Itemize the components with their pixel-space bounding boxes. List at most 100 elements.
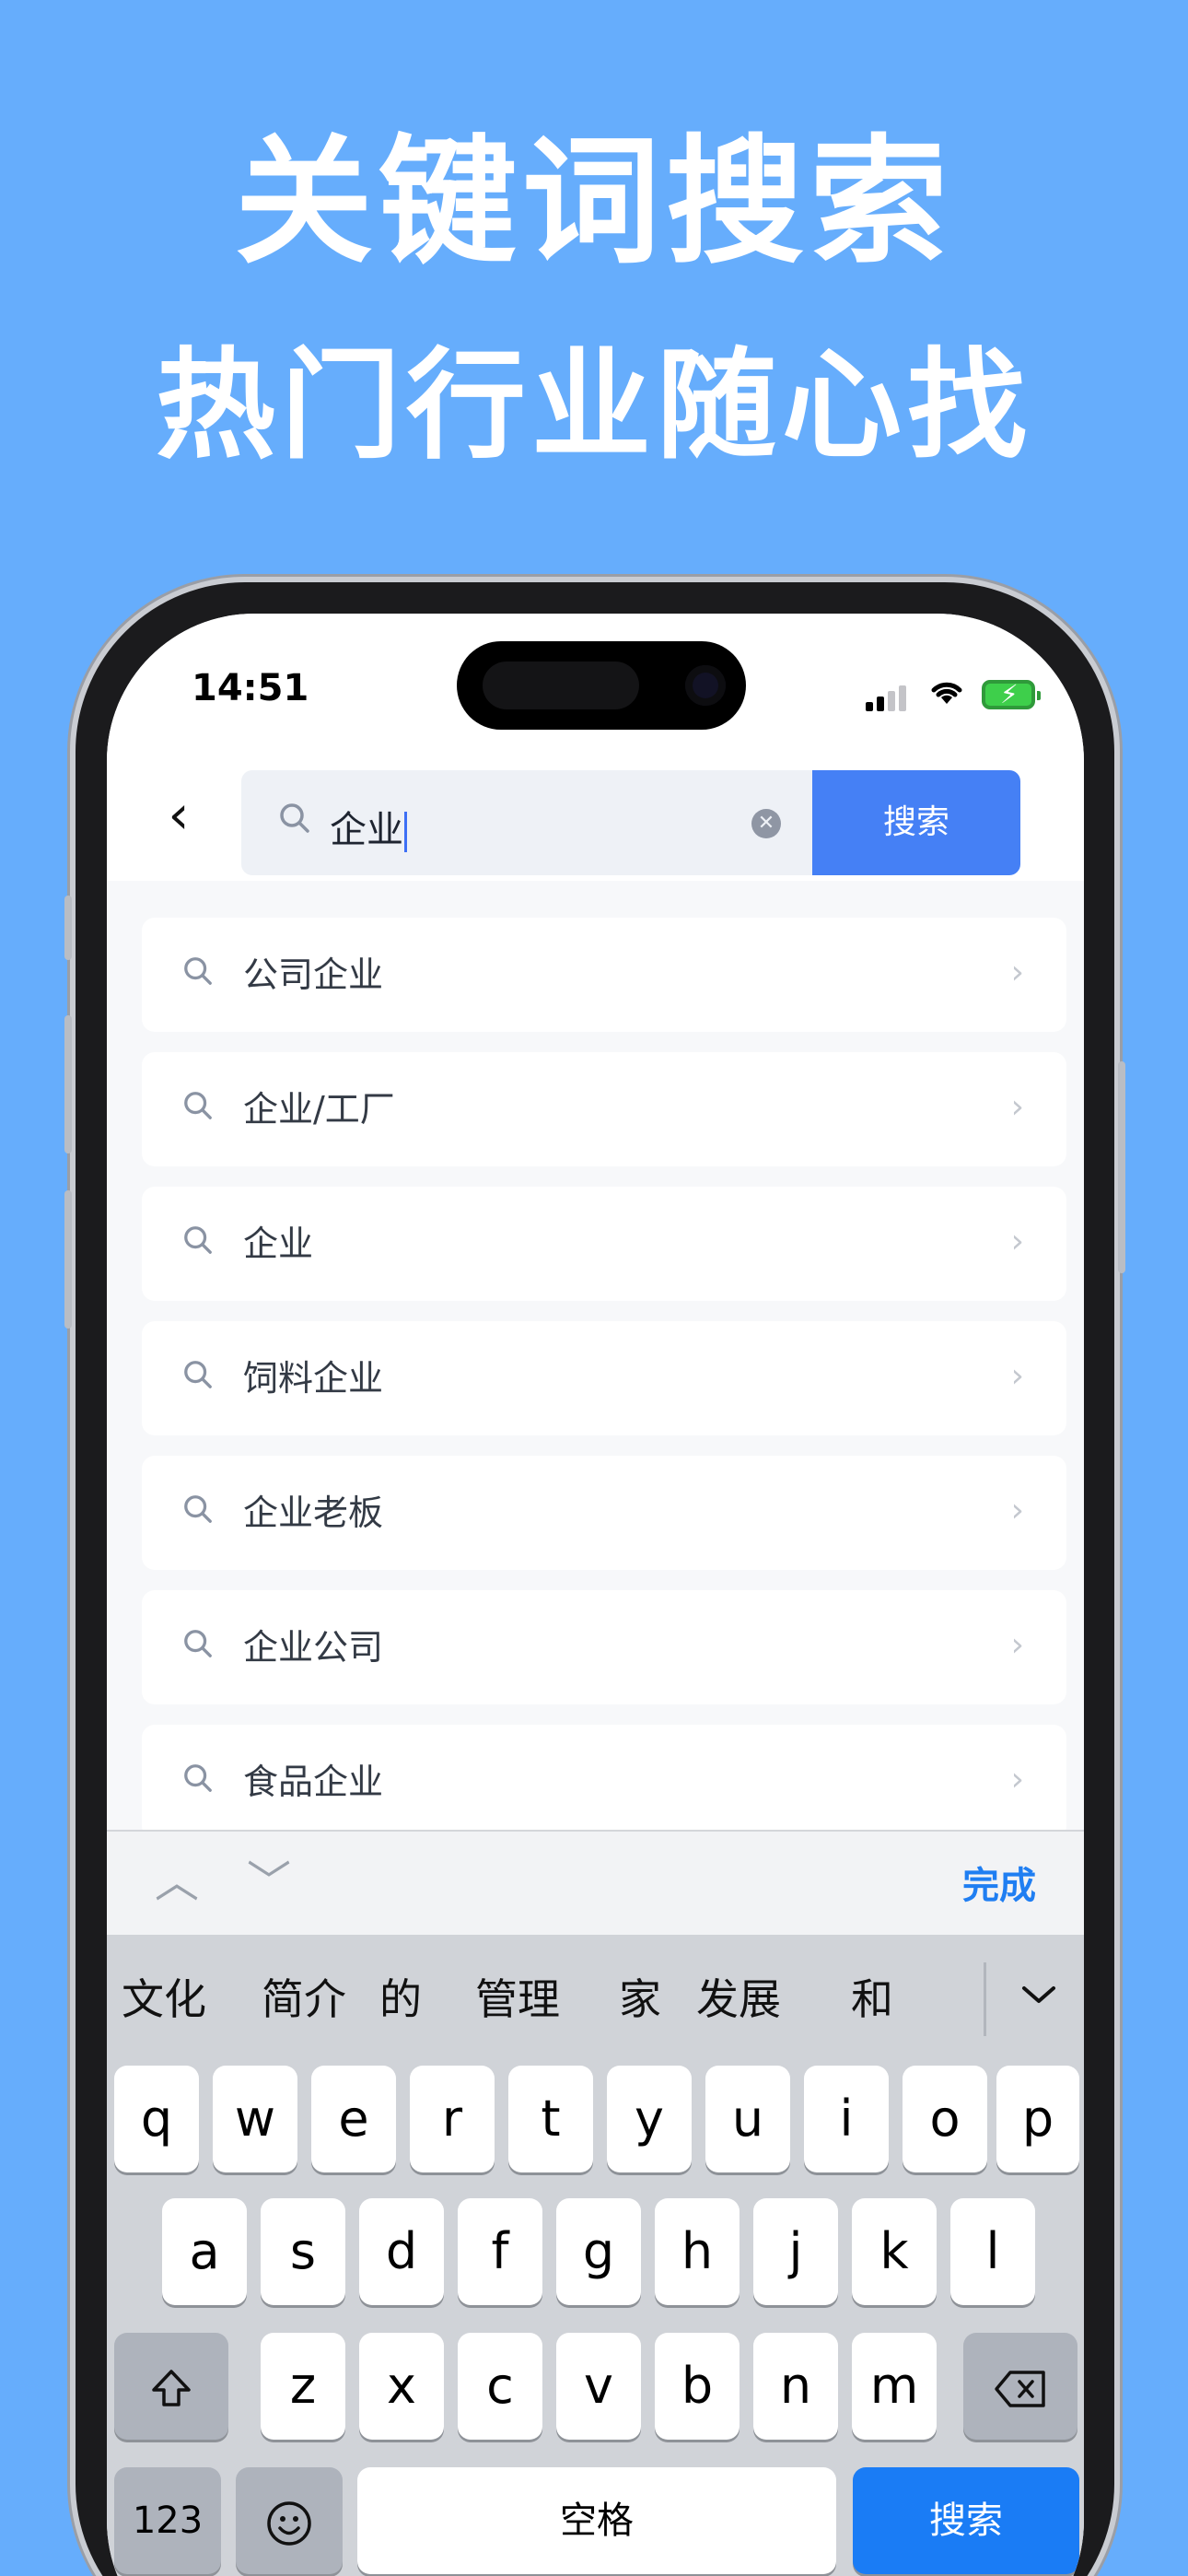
key-d[interactable]: d <box>359 2198 444 2305</box>
search-icon <box>182 1762 214 1802</box>
keyboard: 文化 简介 的 管理 家 发展 和 q w e r t y u i o p a … <box>107 1935 1084 2576</box>
status-time: 14:51 <box>192 667 309 709</box>
chevron-left-icon[interactable]: ‹ <box>151 787 206 842</box>
front-camera <box>685 665 726 706</box>
promo-subtitle: 热门行业随心找 <box>155 335 1032 475</box>
key-l[interactable]: l <box>950 2198 1035 2305</box>
chevron-right-icon: › <box>1010 1088 1024 1126</box>
key-f[interactable]: f <box>458 2198 542 2305</box>
key-e[interactable]: e <box>311 2066 396 2172</box>
search-input[interactable]: 企业 ✕ <box>241 770 812 875</box>
candidate-word[interactable]: 发展 <box>696 1972 781 2027</box>
shift-arrow-icon <box>148 2357 194 2415</box>
clear-x-icon[interactable]: ✕ <box>751 809 781 838</box>
candidate-word[interactable]: 简介 <box>262 1972 346 2027</box>
chevron-right-icon: › <box>1010 1492 1024 1529</box>
chevron-up-icon[interactable]: ︿ <box>155 1850 199 1914</box>
shift-key[interactable] <box>114 2333 228 2440</box>
key-s[interactable]: s <box>261 2198 345 2305</box>
space-key[interactable]: 空格 <box>357 2467 836 2574</box>
search-icon <box>182 1224 214 1264</box>
search-icon <box>182 1358 214 1399</box>
key-w[interactable]: w <box>213 2066 297 2172</box>
key-p[interactable]: p <box>996 2066 1079 2172</box>
backspace-icon <box>994 2357 1047 2415</box>
candidate-bar: 文化 简介 的 管理 家 发展 和 <box>107 1935 1084 2064</box>
suggestion-list: 公司企业 › 企业/工厂 › 企业 › 饲料企业 › 企业老板 › 企业公司 ›… <box>142 918 1066 1859</box>
candidate-word[interactable]: 和 <box>851 1972 893 2027</box>
chevron-down-icon[interactable]: ﹀ <box>247 1850 291 1914</box>
list-item[interactable]: 企业老板 › <box>142 1456 1066 1570</box>
chevron-right-icon: › <box>1010 954 1024 991</box>
list-item-label: 食品企业 <box>243 1762 384 1802</box>
battery-charging-icon: ⚡ <box>982 680 1041 709</box>
key-h[interactable]: h <box>655 2198 740 2305</box>
text-caret <box>404 812 407 852</box>
list-item[interactable]: 食品企业 › <box>142 1725 1066 1839</box>
promo-title: 关键词搜索 <box>234 123 953 283</box>
phone-frame: 14:51 ⚡ ‹ 企业 ✕ 搜索 公司企业 › 企业/工厂 › 企业 › 饲料… <box>64 577 1125 2576</box>
done-button[interactable]: 完成 <box>962 1856 1036 1909</box>
delete-key[interactable] <box>963 2333 1077 2440</box>
candidate-word[interactable]: 文化 <box>122 1972 206 2027</box>
emoji-icon <box>265 2491 313 2549</box>
key-z[interactable]: z <box>261 2333 345 2440</box>
candidate-word[interactable]: 管理 <box>475 1972 560 2027</box>
list-item-label: 饲料企业 <box>243 1358 384 1399</box>
list-item-label: 企业 <box>243 1224 314 1264</box>
wifi-icon <box>928 676 965 714</box>
search-icon <box>182 1627 214 1668</box>
chevron-down-icon[interactable] <box>1019 1975 1059 2018</box>
key-m[interactable]: m <box>852 2333 937 2440</box>
key-g[interactable]: g <box>556 2198 641 2305</box>
key-n[interactable]: n <box>753 2333 838 2440</box>
phone-screen: 14:51 ⚡ ‹ 企业 ✕ 搜索 公司企业 › 企业/工厂 › 企业 › 饲料… <box>107 614 1084 2576</box>
chevron-right-icon: › <box>1010 1761 1024 1798</box>
volume-down-button <box>64 1190 72 1329</box>
return-search-key[interactable]: 搜索 <box>853 2467 1079 2574</box>
keyboard-accessory-bar: ︿ ﹀ 完成 <box>107 1830 1084 1935</box>
key-u[interactable]: u <box>705 2066 790 2172</box>
key-i[interactable]: i <box>804 2066 889 2172</box>
candidate-divider <box>984 1962 986 2036</box>
emoji-key[interactable] <box>236 2467 343 2574</box>
candidate-word[interactable]: 家 <box>619 1972 661 2027</box>
key-j[interactable]: j <box>753 2198 838 2305</box>
action-button <box>64 896 72 960</box>
list-item[interactable]: 企业/工厂 › <box>142 1052 1066 1166</box>
key-y[interactable]: y <box>607 2066 692 2172</box>
cellular-signal-icon <box>866 684 908 711</box>
key-t[interactable]: t <box>508 2066 593 2172</box>
power-button <box>1118 1061 1125 1273</box>
list-item[interactable]: 企业 › <box>142 1187 1066 1301</box>
search-input-value[interactable]: 企业 <box>330 800 407 853</box>
key-a[interactable]: a <box>162 2198 247 2305</box>
numbers-key[interactable]: 123 <box>114 2467 221 2574</box>
key-k[interactable]: k <box>852 2198 937 2305</box>
chevron-right-icon: › <box>1010 1357 1024 1395</box>
key-x[interactable]: x <box>359 2333 444 2440</box>
list-item[interactable]: 公司企业 › <box>142 918 1066 1032</box>
list-item[interactable]: 企业公司 › <box>142 1590 1066 1704</box>
candidate-word[interactable]: 的 <box>379 1972 422 2027</box>
list-item-label: 公司企业 <box>243 954 384 995</box>
volume-up-button <box>64 1015 72 1153</box>
key-r[interactable]: r <box>410 2066 495 2172</box>
list-item[interactable]: 饲料企业 › <box>142 1321 1066 1435</box>
search-icon <box>182 1089 214 1130</box>
search-bar: ‹ 企业 ✕ 搜索 <box>107 752 1084 881</box>
status-bar: 14:51 ⚡ <box>107 614 1084 752</box>
search-icon <box>182 954 214 995</box>
search-icon <box>278 802 311 843</box>
key-c[interactable]: c <box>458 2333 542 2440</box>
chevron-right-icon: › <box>1010 1626 1024 1664</box>
search-icon <box>182 1493 214 1533</box>
key-v[interactable]: v <box>556 2333 641 2440</box>
key-o[interactable]: o <box>903 2066 987 2172</box>
list-item-label: 企业公司 <box>243 1627 384 1668</box>
search-button[interactable]: 搜索 <box>812 770 1020 875</box>
island-sensor <box>483 662 639 709</box>
key-q[interactable]: q <box>114 2066 199 2172</box>
key-b[interactable]: b <box>655 2333 740 2440</box>
dynamic-island <box>457 641 746 730</box>
